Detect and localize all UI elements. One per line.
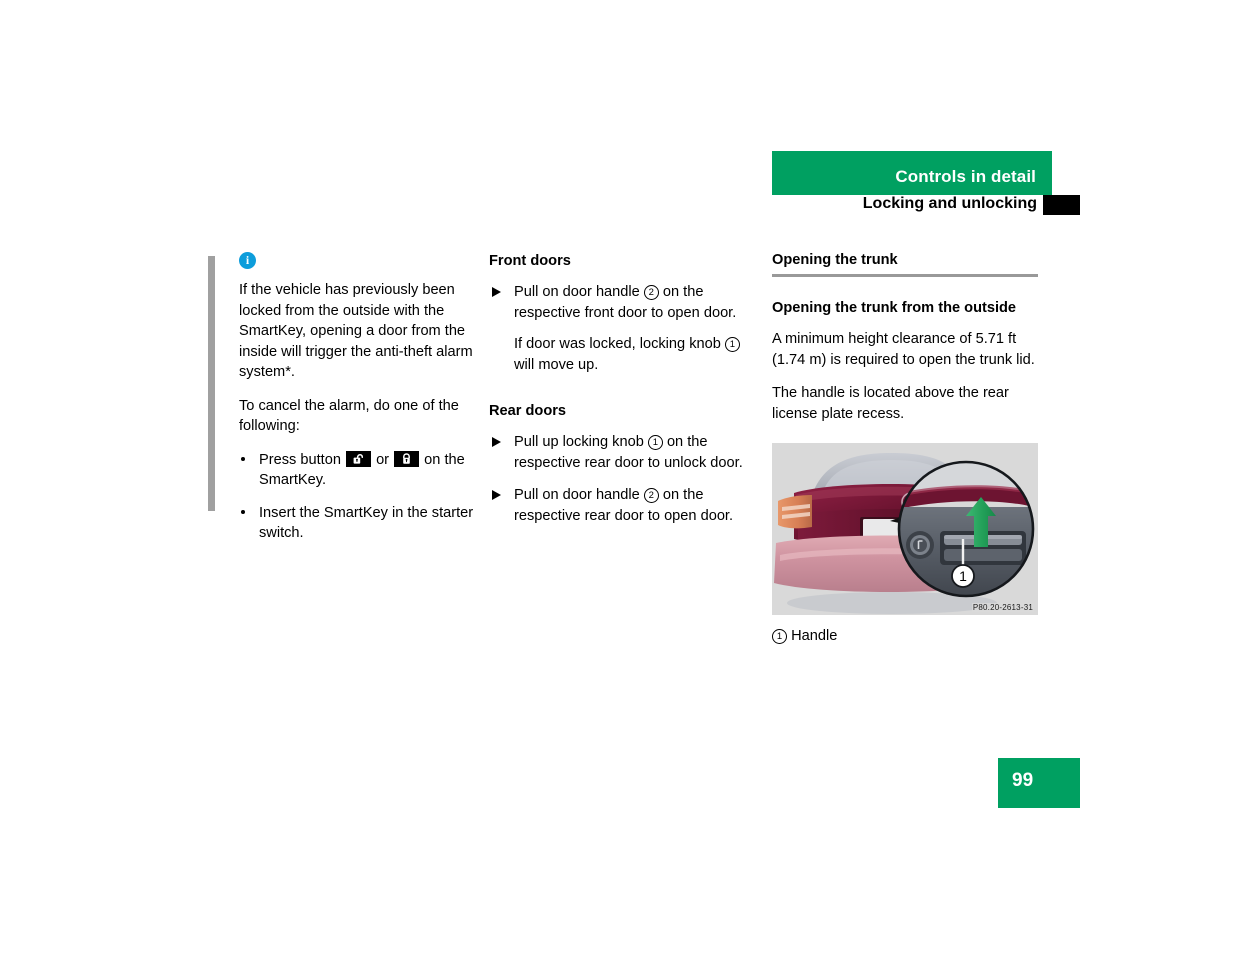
callout-marker: 2 xyxy=(643,285,659,300)
manual-page: Controls in detail Locking and unlocking… xyxy=(0,0,1235,954)
note-text-after: will move up. xyxy=(514,356,599,373)
step-text-before: Pull up locking knob xyxy=(514,434,644,450)
note-box: i If the vehicle has previously been loc… xyxy=(208,252,476,544)
note-vertical-rule xyxy=(208,256,215,511)
callout-marker: 2 xyxy=(643,488,659,503)
figure-callout-number: 1 xyxy=(959,568,967,584)
front-doors-steps: Pull on door handle 2 on the respective … xyxy=(489,282,753,323)
caption-callout-marker: 1 xyxy=(772,629,787,644)
front-doors-heading: Front doors xyxy=(489,253,571,269)
middle-column: Front doors Pull on door handle 2 on the… xyxy=(489,252,753,526)
header-banner: Controls in detail xyxy=(772,151,1052,195)
subheader-row: Locking and unlocking xyxy=(772,195,1080,219)
callout-marker: 1 xyxy=(724,337,740,352)
right-paragraph-2: The handle is located above the rear lic… xyxy=(772,385,1009,422)
trunk-illustration: 1 P80.20-2613-31 xyxy=(772,443,1038,615)
rear-doors-steps: Pull up locking knob 1 on the respective… xyxy=(489,432,753,526)
unlock-padlock-icon xyxy=(346,450,371,467)
caption-text: Handle xyxy=(791,628,838,644)
subsection-heading: Opening the trunk from the outside xyxy=(772,300,1017,316)
list-item: Pull on door handle 2 on the respective … xyxy=(489,485,753,526)
triangle-bullet-icon xyxy=(492,437,501,447)
callout-marker: 1 xyxy=(647,435,663,450)
trunk-illustration-graphic: 1 xyxy=(772,443,1038,615)
figure-caption: 1 Handle xyxy=(772,626,1038,646)
right-paragraph-1: A minimum height clearance of 5.71 ft (1… xyxy=(772,331,1035,368)
page-number-block: 99 xyxy=(998,758,1080,808)
note-text-before: If door was locked, locking knob xyxy=(514,336,721,352)
step-text-before: Pull on door handle xyxy=(514,284,640,300)
section-divider xyxy=(772,274,1038,277)
list-item: Insert the SmartKey in the starter switc… xyxy=(239,503,476,544)
note-paragraph-1: If the vehicle has previously been locke… xyxy=(239,282,473,380)
info-icon: i xyxy=(239,252,256,269)
front-doors-note: If door was locked, locking knob 1 will … xyxy=(489,334,753,375)
right-column: Opening the trunk Opening the trunk from… xyxy=(772,252,1038,646)
left-column: i If the vehicle has previously been loc… xyxy=(208,252,476,544)
page-number: 99 xyxy=(1012,770,1034,791)
note-bullet-list: Press button or on the SmartKey. Insert … xyxy=(239,450,476,544)
header-title: Controls in detail xyxy=(895,167,1036,186)
list-item: Press button or on the SmartKey. xyxy=(239,450,476,491)
section-heading: Opening the trunk xyxy=(772,252,898,268)
step-text-before: Pull on door handle xyxy=(514,487,640,503)
bullet-dot-icon xyxy=(241,509,245,514)
list-item: Pull on door handle 2 on the respective … xyxy=(489,282,753,323)
chapter-marker-tab xyxy=(1043,195,1080,215)
bullet-text-before: Press button xyxy=(259,451,341,468)
triangle-bullet-icon xyxy=(492,287,501,297)
note-paragraph-2: To cancel the alarm, do one of the follo… xyxy=(239,397,459,435)
triangle-bullet-icon xyxy=(492,490,501,500)
list-item: Pull up locking knob 1 on the respective… xyxy=(489,432,753,473)
bullet-dot-icon xyxy=(241,456,245,461)
bullet-text: Insert the SmartKey in the starter switc… xyxy=(259,504,474,542)
lock-padlock-icon xyxy=(394,450,420,467)
rear-doors-heading: Rear doors xyxy=(489,403,567,419)
figure-id-label: P80.20-2613-31 xyxy=(971,603,1034,612)
subheader-title: Locking and unlocking xyxy=(862,195,1037,212)
bullet-text-middle: or xyxy=(376,451,390,468)
